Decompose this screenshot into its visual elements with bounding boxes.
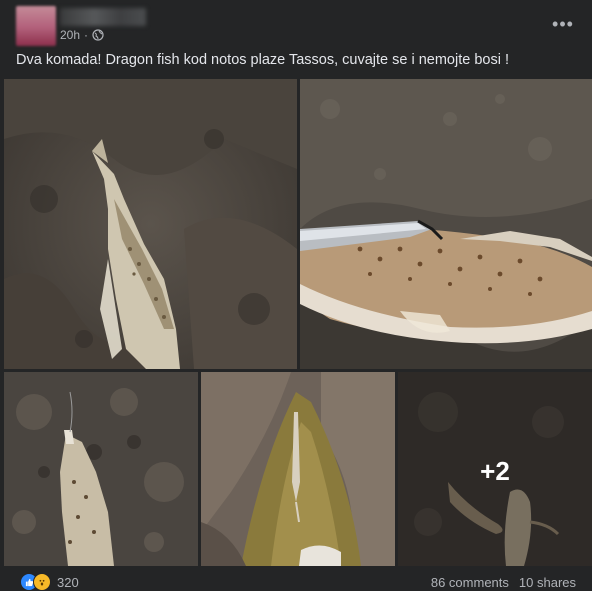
post-timestamp[interactable]: 20h [60, 28, 80, 42]
post-meta: 20h · [60, 28, 104, 42]
post-photo-2[interactable] [300, 79, 592, 369]
more-options-button[interactable]: ••• [548, 12, 578, 36]
wow-icon [33, 573, 51, 591]
post-photo-3[interactable] [4, 372, 198, 566]
post-footer: 320 86 comments 10 shares [0, 570, 592, 591]
globe-icon [92, 29, 104, 41]
post-photo-1[interactable] [4, 79, 297, 369]
reaction-count: 320 [57, 574, 79, 590]
post-caption: Dva komada! Dragon fish kod notos plaze … [16, 52, 509, 68]
comments-count-link[interactable]: 86 comments [431, 575, 509, 590]
post-stats: 86 comments 10 shares [431, 575, 576, 590]
facebook-post: 20h · ••• Dva komada! Dragon fish kod no… [0, 0, 592, 591]
post-photo-4[interactable] [201, 372, 395, 566]
meta-separator: · [84, 28, 89, 42]
more-photos-count: +2 [480, 456, 510, 486]
more-photos-overlay[interactable]: +2 [398, 372, 592, 566]
author-name-redacted[interactable] [60, 8, 146, 26]
shares-count-link[interactable]: 10 shares [519, 575, 576, 590]
avatar[interactable] [16, 6, 56, 46]
post-photo-5-more[interactable]: +2 [398, 372, 592, 566]
reactions-summary[interactable]: 320 [20, 573, 79, 591]
more-horizontal-icon: ••• [552, 13, 574, 34]
